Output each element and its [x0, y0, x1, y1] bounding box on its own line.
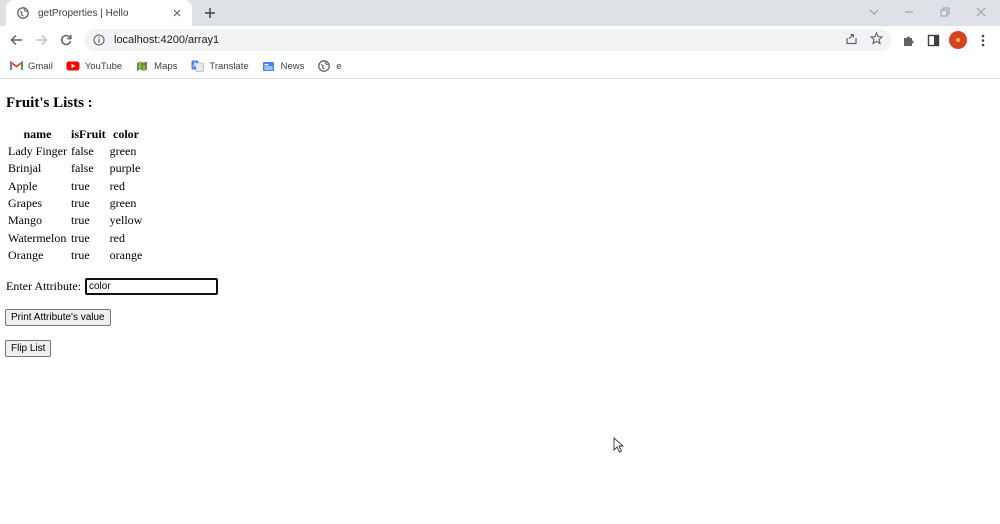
- translate-icon: [190, 60, 204, 72]
- table-row: Grapes true green: [7, 195, 143, 212]
- cell-isfruit: true: [71, 247, 90, 262]
- globe-icon: [317, 60, 331, 72]
- attribute-input[interactable]: [84, 278, 218, 295]
- close-tab-icon[interactable]: [170, 6, 184, 20]
- bookmark-label: News: [280, 60, 305, 72]
- tab-getproperties[interactable]: getProperties | Hello: [6, 0, 192, 26]
- cell-color: green: [109, 144, 137, 159]
- side-panel-icon[interactable]: [925, 32, 941, 48]
- table-header-row: name isFruit color: [7, 126, 143, 143]
- attribute-label: Enter Attribute:: [6, 279, 81, 293]
- tab-strip: getProperties | Hello: [0, 0, 1000, 26]
- cell-name: Orange: [8, 247, 44, 262]
- cell-color: purple: [109, 161, 141, 176]
- bookmark-label: Maps: [154, 60, 178, 72]
- bookmark-label: YouTube: [84, 60, 123, 72]
- cell-name: Grapes: [8, 196, 42, 211]
- cell-isfruit: true: [71, 178, 90, 193]
- new-tab-icon[interactable]: [202, 5, 218, 21]
- table-row: Apple true red: [7, 178, 143, 195]
- column-header-name: name: [23, 127, 52, 141]
- cell-isfruit: false: [71, 161, 94, 176]
- bookmark-maps[interactable]: Maps: [135, 60, 177, 72]
- cell-name: Brinjal: [8, 161, 42, 176]
- reload-icon[interactable]: [58, 32, 74, 48]
- cell-color: red: [109, 178, 125, 193]
- bookmark-e[interactable]: e: [317, 60, 342, 72]
- attribute-row: Enter Attribute:: [6, 278, 218, 295]
- cell-name: Lady Finger: [8, 144, 67, 159]
- table-row: Lady Finger false green: [7, 143, 143, 160]
- globe-icon: [16, 6, 30, 20]
- bookmark-star-icon[interactable]: [868, 30, 884, 46]
- forward-arrow-icon[interactable]: [33, 32, 49, 48]
- youtube-icon: [66, 60, 80, 72]
- cell-isfruit: false: [71, 144, 94, 159]
- cell-color: yellow: [109, 213, 143, 228]
- tab-title: getProperties | Hello: [38, 7, 129, 19]
- column-header-isfruit: isFruit: [71, 127, 106, 141]
- flip-list-button[interactable]: Flip List: [5, 340, 52, 357]
- profile-avatar-icon[interactable]: [949, 31, 967, 49]
- table-row: Brinjal false purple: [7, 160, 143, 177]
- bookmark-news[interactable]: News: [262, 60, 305, 72]
- address-bar[interactable]: localhost:4200/array1: [84, 29, 892, 51]
- bookmark-label: e: [336, 60, 342, 72]
- mouse-cursor-icon: [613, 437, 625, 453]
- extensions-puzzle-icon[interactable]: [900, 32, 916, 48]
- gmail-icon: [9, 60, 23, 72]
- table-row: Watermelon true red: [7, 229, 143, 246]
- table-row: Orange true orange: [7, 247, 143, 264]
- page-content: Fruit's Lists : name isFruit color Lady …: [0, 80, 1000, 524]
- restore-icon[interactable]: [929, 0, 961, 24]
- bookmark-youtube[interactable]: YouTube: [66, 60, 122, 72]
- cell-isfruit: true: [71, 230, 90, 245]
- close-window-icon[interactable]: [965, 0, 997, 24]
- cell-name: Apple: [8, 178, 38, 193]
- page-heading: Fruit's Lists :: [6, 95, 93, 111]
- back-arrow-icon[interactable]: [8, 32, 24, 48]
- news-icon: [262, 60, 276, 72]
- table-row: Mango true yellow: [7, 212, 143, 229]
- minimize-icon[interactable]: [893, 0, 925, 24]
- cell-name: Watermelon: [8, 230, 67, 245]
- share-icon[interactable]: [843, 30, 859, 46]
- maps-icon: [135, 60, 149, 72]
- print-attribute-button[interactable]: Print Attribute's value: [5, 309, 111, 326]
- cell-color: red: [109, 230, 125, 245]
- cell-color: green: [109, 196, 137, 211]
- url-text: localhost:4200/array1: [114, 34, 220, 46]
- bookmark-translate[interactable]: Translate: [190, 60, 249, 72]
- tab-search-chevron-icon[interactable]: [858, 0, 890, 24]
- bookmark-label: Gmail: [28, 60, 53, 72]
- browser-toolbar: localhost:4200/array1: [0, 26, 1000, 54]
- cell-name: Mango: [8, 213, 42, 228]
- cell-isfruit: true: [71, 196, 90, 211]
- cell-isfruit: true: [71, 213, 90, 228]
- bookmarks-bar: Gmail YouTube Maps Translate News e: [0, 54, 1000, 79]
- bookmark-gmail[interactable]: Gmail: [9, 60, 53, 72]
- column-header-color: color: [113, 127, 139, 141]
- cell-color: orange: [109, 247, 143, 262]
- bookmark-label: Translate: [209, 60, 249, 72]
- site-info-icon[interactable]: [92, 33, 106, 47]
- fruits-table: name isFruit color Lady Finger false gre…: [5, 126, 145, 264]
- menu-kebab-icon[interactable]: [975, 32, 991, 48]
